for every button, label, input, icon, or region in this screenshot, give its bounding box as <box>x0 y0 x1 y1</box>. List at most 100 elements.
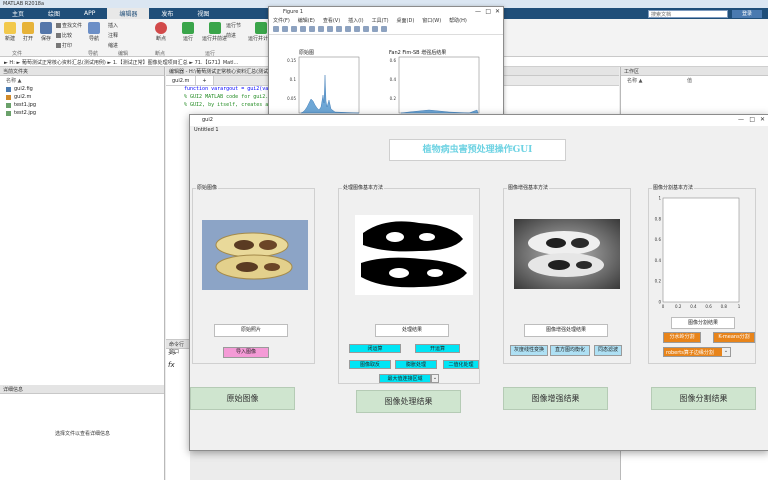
menu-file[interactable]: 文件(F) <box>273 17 290 25</box>
list-item[interactable]: gui2.fig <box>0 85 164 93</box>
navigate-icon <box>88 22 100 34</box>
gui2-title-bar: gui2 — □ ✕ <box>190 115 768 126</box>
add-tab-button[interactable]: + <box>196 76 214 85</box>
column-name-header[interactable]: 名称 ▲ <box>0 76 164 85</box>
tab-gui2-m[interactable]: gui2.m <box>166 76 197 85</box>
import-image-button[interactable]: 导入图像 <box>223 347 269 358</box>
menu-edit[interactable]: 编辑(E) <box>298 17 315 25</box>
linear-transform-button[interactable]: 灰度线性变换 <box>510 345 548 356</box>
enhanced-lesion-3 <box>548 260 570 270</box>
close-icon[interactable]: ✕ <box>495 8 500 15</box>
open-icon[interactable] <box>282 26 288 32</box>
max-connected-region-button[interactable]: 最大值连接区域 <box>379 374 431 383</box>
tab-plots[interactable]: 绘图 <box>36 8 72 19</box>
invert-button[interactable]: 图像取反 <box>349 360 391 369</box>
print-icon[interactable] <box>300 26 306 32</box>
legend-icon[interactable] <box>381 26 387 32</box>
fx-icon: fx <box>168 361 175 369</box>
colorbar-icon[interactable] <box>372 26 378 32</box>
menu-tools[interactable]: 工具(T) <box>372 17 389 25</box>
watershed-button[interactable]: 分水岭分割 <box>663 332 701 343</box>
data-cursor-icon[interactable] <box>354 26 360 32</box>
show-segmentation-button[interactable]: 图像分割结果 <box>651 387 756 410</box>
group-file-label: 文件 <box>12 51 23 57</box>
enhanced-image-axes <box>514 219 620 289</box>
menu-view[interactable]: 查看(V) <box>323 17 340 25</box>
find-files-button[interactable]: 查找文件 <box>56 22 82 29</box>
zoom-in-icon[interactable] <box>318 26 324 32</box>
tab-publish[interactable]: 发布 <box>149 8 185 19</box>
opening-button[interactable]: 开运算 <box>415 344 460 353</box>
lesion-2 <box>259 240 277 250</box>
group-nav-label: 导航 <box>88 51 99 57</box>
pan-icon[interactable] <box>336 26 342 32</box>
dilate-button[interactable]: 膨胀处理 <box>395 360 437 369</box>
menu-help[interactable]: 帮助(H) <box>449 17 467 25</box>
workspace-col-name[interactable]: 名称 ▲ <box>627 77 642 84</box>
current-folder-panel: 当前文件夹 名称 ▲ gui2.fig gui2.m test1.jpg tes… <box>0 67 165 385</box>
advance-button[interactable]: 前进 <box>226 32 236 39</box>
open-button[interactable]: 打开 <box>22 22 34 42</box>
maximize-icon[interactable]: □ <box>749 116 755 123</box>
maximize-icon[interactable]: □ <box>485 8 491 15</box>
login-button[interactable]: 登录 <box>732 10 762 18</box>
comment-button[interactable]: 注释 <box>108 32 118 39</box>
run-section-button[interactable]: 运行节 <box>226 22 241 29</box>
indent-button[interactable]: 缩进 <box>108 42 118 49</box>
search-input[interactable]: 搜索文档 <box>648 10 728 18</box>
axes-2-ytick: 0.6 <box>390 58 397 63</box>
segmentation-method-select[interactable]: roberts算子边缘分割 ⌄ <box>663 347 731 357</box>
breakpoint-button[interactable]: 断点 <box>155 22 167 42</box>
list-item[interactable]: test2.jpg <box>0 109 164 117</box>
chevron-down-icon[interactable]: ⌄ <box>431 374 439 383</box>
x-tick-label: 0.4 <box>690 304 697 309</box>
group-run-label: 运行 <box>205 51 216 57</box>
image-file-icon <box>6 102 11 108</box>
close-icon[interactable]: ✕ <box>760 116 765 123</box>
show-processing-button[interactable]: 图像处理结果 <box>356 390 461 413</box>
gui2-window: gui2 — □ ✕ Untitled 1 植物病虫害预处理操作GUI 原始图像… <box>189 114 768 451</box>
x-tick-label: 1 <box>738 304 741 309</box>
brush-icon[interactable] <box>363 26 369 32</box>
binary-hole-2 <box>419 233 435 241</box>
workspace-title: 工作区 <box>621 67 768 76</box>
minimize-icon[interactable]: — <box>475 8 481 15</box>
x-tick-label: 0.2 <box>675 304 682 309</box>
run-button[interactable]: 运行 <box>182 22 194 42</box>
tab-apps[interactable]: APP <box>72 8 107 19</box>
rotate-icon[interactable] <box>345 26 351 32</box>
kmeans-button[interactable]: K-means分割 <box>713 332 755 343</box>
minimize-icon[interactable]: — <box>738 116 744 123</box>
list-item[interactable]: test1.jpg <box>0 101 164 109</box>
command-window[interactable]: 命令行窗口 >> fx <box>166 339 190 480</box>
pointer-icon[interactable] <box>309 26 315 32</box>
new-button[interactable]: 新建 <box>4 22 16 42</box>
zoom-out-icon[interactable] <box>327 26 333 32</box>
compare-button[interactable]: 比较 <box>56 32 72 39</box>
menu-insert[interactable]: 插入(I) <box>348 17 363 25</box>
run-advance-button[interactable]: 运行并前进 <box>202 22 227 42</box>
breakpoint-icon <box>155 22 167 34</box>
save-button[interactable]: 保存 <box>40 22 52 42</box>
menu-window[interactable]: 窗口(W) <box>422 17 441 25</box>
workspace-col-value[interactable]: 值 <box>687 77 692 84</box>
show-original-button[interactable]: 原始图像 <box>190 387 295 410</box>
panel-segmentation-title: 图像分割基本方法 <box>652 184 695 191</box>
x-tick-label: 0.6 <box>705 304 712 309</box>
show-enhancement-button[interactable]: 图像增强结果 <box>503 387 608 410</box>
tab-editor[interactable]: 编辑器 <box>107 8 150 19</box>
axes-2-ytick: 0.2 <box>390 96 397 101</box>
closing-button[interactable]: 闭运算 <box>349 344 401 353</box>
navigate-button[interactable]: 导航 <box>88 22 100 42</box>
tab-view[interactable]: 视图 <box>185 8 221 19</box>
histogram-equalization-button[interactable]: 直方图均衡化 <box>550 345 590 356</box>
homomorphic-filter-button[interactable]: 同态滤波 <box>594 345 622 356</box>
save-icon[interactable] <box>291 26 297 32</box>
list-item[interactable]: gui2.m <box>0 93 164 101</box>
tab-home[interactable]: 主页 <box>0 8 36 19</box>
binarize-button[interactable]: 二值化处理 <box>443 360 479 369</box>
new-figure-icon[interactable] <box>273 26 279 32</box>
insert-button[interactable]: 插入 <box>108 22 118 29</box>
menu-desktop[interactable]: 桌面(D) <box>397 17 415 25</box>
print-button[interactable]: 打印 <box>56 42 72 49</box>
